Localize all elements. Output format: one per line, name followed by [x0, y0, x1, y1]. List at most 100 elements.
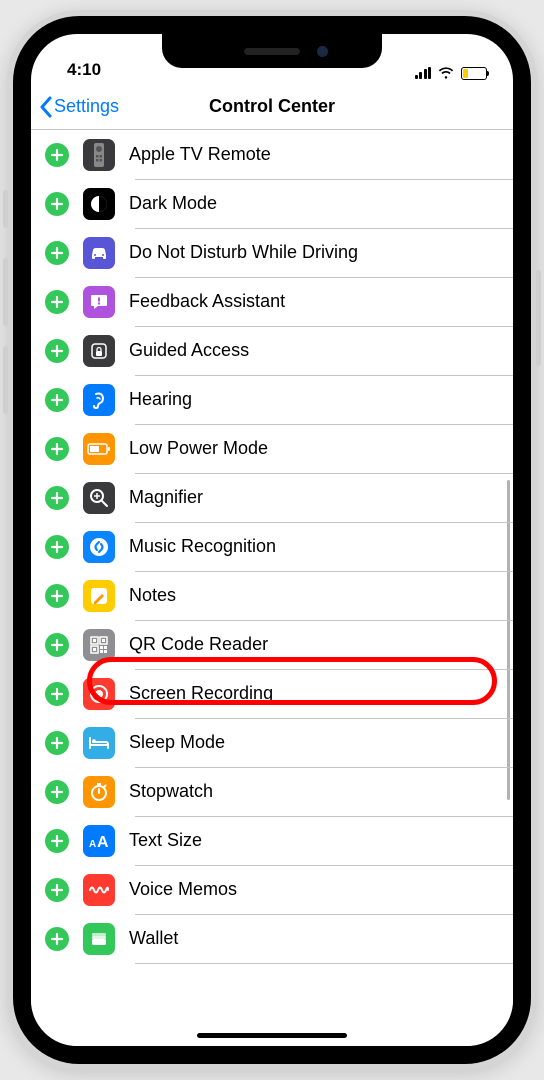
list-item-label: Hearing [129, 389, 192, 410]
list-item-label: Sleep Mode [129, 732, 225, 753]
add-button[interactable] [45, 927, 69, 951]
shazam-icon [83, 531, 115, 563]
list-item-label: Stopwatch [129, 781, 213, 802]
wallet-icon [83, 923, 115, 955]
list-item[interactable]: Do Not Disturb While Driving [31, 228, 513, 277]
list-item-label: Notes [129, 585, 176, 606]
mute-switch [3, 190, 8, 228]
phone-device-frame: 4:10 Set [7, 10, 537, 1070]
navigation-bar: Settings Control Center [31, 84, 513, 130]
list-item[interactable]: Low Power Mode [31, 424, 513, 473]
list-item[interactable]: QR Code Reader [31, 620, 513, 669]
add-button[interactable] [45, 633, 69, 657]
plus-icon [50, 197, 64, 211]
list-item-label: Guided Access [129, 340, 249, 361]
plus-icon [50, 246, 64, 260]
apple-tv-remote-icon [83, 139, 115, 171]
list-item[interactable]: Feedback Assistant [31, 277, 513, 326]
wifi-icon [437, 66, 455, 80]
notes-icon [83, 580, 115, 612]
speaker-grille [244, 48, 300, 55]
add-button[interactable] [45, 535, 69, 559]
list-item[interactable]: Voice Memos [31, 865, 513, 914]
list-item[interactable]: Dark Mode [31, 179, 513, 228]
magnifier-icon [83, 482, 115, 514]
record-icon [83, 678, 115, 710]
list-item[interactable]: Wallet [31, 914, 513, 963]
ear-icon [83, 384, 115, 416]
add-button[interactable] [45, 241, 69, 265]
battery-indicator [461, 67, 487, 80]
qr-icon [83, 629, 115, 661]
cellular-signal-icon [415, 67, 432, 79]
plus-icon [50, 442, 64, 456]
svg-text:A: A [97, 834, 109, 851]
add-button[interactable] [45, 682, 69, 706]
car-icon [83, 237, 115, 269]
feedback-icon [83, 286, 115, 318]
volume-down-button [3, 346, 8, 414]
add-button[interactable] [45, 829, 69, 853]
add-button[interactable] [45, 486, 69, 510]
list-item[interactable]: Music Recognition [31, 522, 513, 571]
voice-memos-icon [83, 874, 115, 906]
add-button[interactable] [45, 437, 69, 461]
controls-list[interactable]: Apple TV Remote Dark Mode Do Not Disturb W… [31, 130, 513, 1046]
add-button[interactable] [45, 192, 69, 216]
status-right [415, 66, 488, 80]
plus-icon [50, 540, 64, 554]
list-item[interactable]: Screen Recording [31, 669, 513, 718]
plus-icon [50, 785, 64, 799]
front-camera [317, 46, 328, 57]
list-item-label: Feedback Assistant [129, 291, 285, 312]
list-item-label: Low Power Mode [129, 438, 268, 459]
list-item-label: Voice Memos [129, 879, 237, 900]
text-size-icon: AA [83, 825, 115, 857]
plus-icon [50, 393, 64, 407]
plus-icon [50, 148, 64, 162]
list-item[interactable]: Apple TV Remote [31, 130, 513, 179]
plus-icon [50, 736, 64, 750]
home-indicator[interactable] [197, 1033, 347, 1038]
list-item[interactable]: Notes [31, 571, 513, 620]
phone-screen: 4:10 Set [31, 34, 513, 1046]
plus-icon [50, 638, 64, 652]
power-button [536, 270, 541, 366]
list-item[interactable]: Stopwatch [31, 767, 513, 816]
list-item[interactable]: Magnifier [31, 473, 513, 522]
list-item[interactable]: AA Text Size [31, 816, 513, 865]
list-item-label: Text Size [129, 830, 202, 851]
plus-icon [50, 589, 64, 603]
add-button[interactable] [45, 290, 69, 314]
list-item-label: Screen Recording [129, 683, 273, 704]
list-item-label: Apple TV Remote [129, 144, 271, 165]
add-button[interactable] [45, 339, 69, 363]
add-button[interactable] [45, 584, 69, 608]
add-button[interactable] [45, 780, 69, 804]
list-item[interactable]: Guided Access [31, 326, 513, 375]
plus-icon [50, 344, 64, 358]
row-separator [135, 963, 513, 964]
stopwatch-icon [83, 776, 115, 808]
volume-up-button [3, 258, 8, 326]
add-button[interactable] [45, 878, 69, 902]
status-time: 4:10 [67, 60, 101, 80]
plus-icon [50, 295, 64, 309]
plus-icon [50, 834, 64, 848]
list-item-label: Wallet [129, 928, 178, 949]
phone-bezel: 4:10 Set [13, 16, 531, 1064]
list-item-label: QR Code Reader [129, 634, 268, 655]
dark-mode-icon [83, 188, 115, 220]
plus-icon [50, 883, 64, 897]
add-button[interactable] [45, 731, 69, 755]
back-button[interactable]: Settings [39, 96, 119, 118]
add-button[interactable] [45, 143, 69, 167]
lock-square-icon [83, 335, 115, 367]
list-item-label: Dark Mode [129, 193, 217, 214]
battery-low-fill [463, 69, 468, 78]
add-button[interactable] [45, 388, 69, 412]
list-item-label: Do Not Disturb While Driving [129, 242, 358, 263]
plus-icon [50, 491, 64, 505]
list-item[interactable]: Sleep Mode [31, 718, 513, 767]
list-item[interactable]: Hearing [31, 375, 513, 424]
